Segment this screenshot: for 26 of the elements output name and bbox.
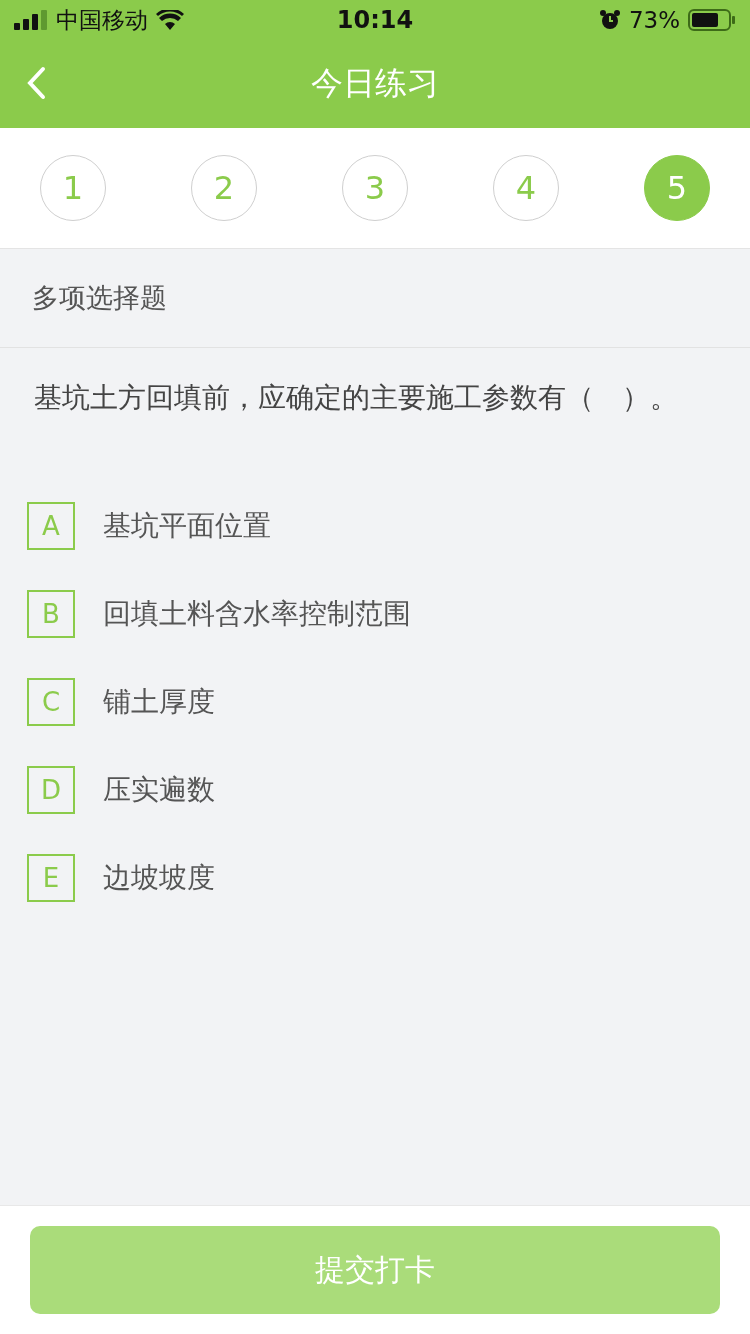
- alarm-icon: [598, 9, 621, 31]
- option-text[interactable]: 边坡坡度: [103, 859, 215, 897]
- wifi-icon: [156, 10, 184, 30]
- option-letter[interactable]: B: [27, 590, 75, 638]
- status-time: 10:14: [336, 6, 414, 34]
- option-letter[interactable]: D: [27, 766, 75, 814]
- carrier-name: 中国移动: [56, 5, 148, 35]
- question-number[interactable]: 1: [40, 155, 106, 221]
- option-text[interactable]: 基坑平面位置: [103, 507, 271, 545]
- battery-icon: [688, 9, 736, 31]
- question-type: 多项选择题: [32, 281, 167, 315]
- question-number[interactable]: 4: [493, 155, 559, 221]
- option-text[interactable]: 压实遍数: [103, 771, 215, 809]
- signal-icon: [14, 10, 48, 30]
- question-number[interactable]: 2: [191, 155, 257, 221]
- option-letter[interactable]: C: [27, 678, 75, 726]
- option-text[interactable]: 铺土厚度: [103, 683, 215, 721]
- battery-percent: 73%: [628, 7, 680, 33]
- option-text[interactable]: 回填土料含水率控制范围: [103, 595, 411, 633]
- question-text: 基坑土方回填前，应确定的主要施工参数有（ ）。: [34, 380, 679, 416]
- option-letter[interactable]: E: [27, 854, 75, 902]
- question-number[interactable]: 5: [644, 155, 710, 221]
- option-letter[interactable]: A: [27, 502, 75, 550]
- page-title: 今日练习: [311, 63, 439, 104]
- question-number[interactable]: 3: [342, 155, 408, 221]
- back-icon: [26, 66, 46, 100]
